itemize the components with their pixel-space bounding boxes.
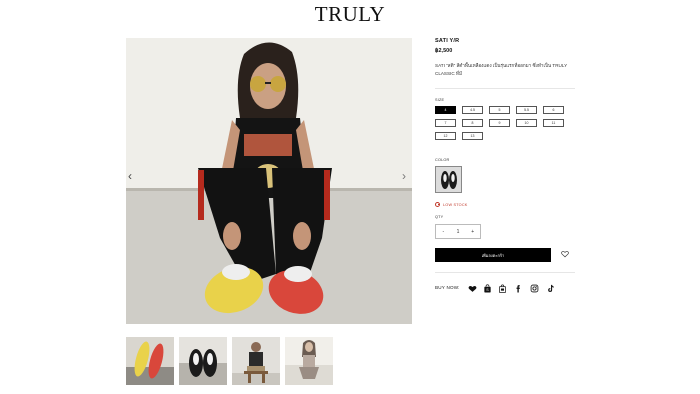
stock-status: LOW STOCK [435, 202, 468, 207]
thumbnail-3[interactable] [232, 337, 280, 385]
buy-now-label: BUY NOW: [435, 285, 460, 290]
size-option-12[interactable]: 12 [435, 132, 456, 140]
wishlist-heart-icon[interactable] [561, 250, 569, 258]
product-description: SATI "สติ" สีดำพื้นเหลืองแดง เป็นรุ่นแรก… [435, 63, 568, 76]
product-name: SATI Y/R [435, 38, 460, 44]
size-option-8[interactable]: 8 [462, 119, 483, 127]
color-label: COLOR [435, 158, 450, 162]
size-option-9[interactable]: 9 [489, 119, 510, 127]
divider [435, 272, 575, 273]
facebook-icon[interactable] [514, 284, 523, 293]
quantity-decrease-button[interactable]: - [436, 229, 451, 235]
stock-status-text: LOW STOCK [443, 202, 468, 207]
thumbnail-1[interactable] [126, 337, 174, 385]
thumbnail-2[interactable] [179, 337, 227, 385]
gallery-next-arrow[interactable]: › [402, 170, 406, 182]
size-option-6[interactable]: 6 [543, 106, 564, 114]
size-option-5-5[interactable]: 5.5 [516, 106, 537, 114]
color-swatch-selected[interactable] [435, 166, 462, 193]
size-option-4-5[interactable]: 4.5 [462, 106, 483, 114]
tiktok-icon[interactable] [546, 284, 555, 293]
size-option-11[interactable]: 11 [543, 119, 564, 127]
quantity-increase-button[interactable]: + [465, 229, 480, 235]
brand-logo[interactable]: TRULY [0, 2, 700, 27]
quantity-label: QTY [435, 215, 444, 219]
size-option-4[interactable]: 4 [435, 106, 456, 114]
size-option-10[interactable]: 10 [516, 119, 537, 127]
quantity-stepper: - 1 + [435, 224, 481, 239]
lazada-icon[interactable] [468, 284, 477, 293]
store-bag-icon[interactable] [498, 284, 507, 293]
size-label: SIZE [435, 98, 445, 102]
size-option-7[interactable]: 7 [435, 119, 456, 127]
divider [435, 88, 575, 89]
quantity-value[interactable]: 1 [451, 229, 466, 235]
instagram-icon[interactable] [530, 284, 539, 293]
add-to-cart-button[interactable]: เพิ่มลงตะกร้า [435, 248, 551, 262]
product-price: ฿2,500 [435, 48, 453, 54]
size-option-13[interactable]: 13 [462, 132, 483, 140]
main-product-image [126, 38, 412, 324]
gallery-prev-arrow[interactable]: ‹ [128, 170, 132, 182]
thumbnail-4[interactable] [285, 337, 333, 385]
size-option-5[interactable]: 5 [489, 106, 510, 114]
clock-icon [435, 202, 440, 207]
shopee-icon[interactable]: S [483, 284, 492, 293]
